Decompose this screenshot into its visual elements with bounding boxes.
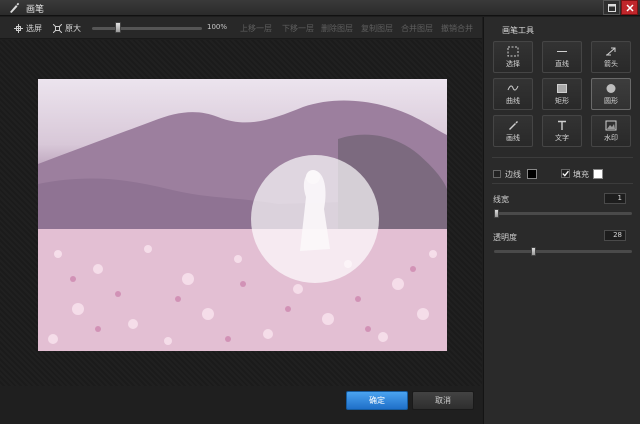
text-icon: [558, 120, 566, 130]
layer-down-button[interactable]: 下移一层: [282, 23, 314, 34]
close-icon: [625, 3, 634, 12]
copy-layer-button[interactable]: 复制图层: [361, 23, 393, 34]
tool-text[interactable]: 文字: [542, 115, 582, 147]
tool-label: 选择: [506, 59, 520, 68]
original-size-label: 原大: [65, 24, 81, 33]
tool-line[interactable]: 直线: [542, 41, 582, 73]
circle-icon: [606, 83, 616, 93]
panel-title: 画笔工具: [502, 26, 534, 35]
toolbar: 选屏 原大 100% 上移一层 下移一层 删除图层 复制图层 合并图层 撤销合并: [0, 17, 482, 39]
tool-watermark[interactable]: 水印: [591, 115, 631, 147]
opacity-slider-handle[interactable]: [531, 247, 537, 256]
tool-label: 直线: [555, 59, 569, 68]
fill-label: 填充: [573, 170, 589, 179]
photo-canvas[interactable]: [38, 79, 447, 351]
opacity-label: 透明度: [493, 233, 517, 242]
title-bar: 画笔: [0, 0, 640, 16]
close-button[interactable]: [621, 0, 638, 15]
tool-label: 箭头: [604, 59, 618, 68]
tool-label: 水印: [604, 133, 618, 142]
fit-icon: [53, 24, 62, 33]
opacity-value[interactable]: 28: [604, 230, 626, 241]
window-title: 画笔: [26, 5, 45, 15]
tool-label: 矩形: [555, 96, 569, 105]
select-screen-label: 选屏: [26, 24, 42, 33]
merge-layer-button[interactable]: 合并图层: [401, 23, 433, 34]
border-label: 边线: [505, 170, 521, 179]
select-icon: [507, 46, 519, 56]
layer-up-button[interactable]: 上移一层: [240, 23, 272, 34]
divider: [492, 157, 633, 158]
tool-label: 圆形: [604, 96, 618, 105]
line-width-slider[interactable]: [494, 212, 632, 215]
zoom-slider-handle[interactable]: [114, 22, 121, 33]
curve-icon: [507, 84, 519, 91]
select-screen-button[interactable]: 选屏: [14, 23, 42, 34]
tool-circle[interactable]: 圆形: [591, 78, 631, 110]
zoom-slider[interactable]: [92, 27, 202, 30]
brush-icon: [509, 120, 518, 130]
maximize-button[interactable]: [603, 0, 620, 15]
bottom-bar: [0, 386, 482, 424]
tool-brush[interactable]: 画线: [493, 115, 533, 147]
landscape-image: [38, 100, 447, 351]
delete-layer-button[interactable]: 删除图层: [321, 23, 353, 34]
tool-label: 画线: [506, 133, 520, 142]
move-icon: [14, 24, 23, 33]
tool-label: 曲线: [506, 96, 520, 105]
border-color-swatch[interactable]: [527, 169, 537, 179]
cancel-button[interactable]: 取消: [412, 391, 474, 410]
tool-rectangle[interactable]: 矩形: [542, 78, 582, 110]
line-icon: [557, 50, 567, 52]
brush-icon: [10, 2, 20, 13]
tool-label: 文字: [555, 133, 569, 142]
border-checkbox[interactable]: [493, 170, 501, 178]
original-size-button[interactable]: 原大: [53, 23, 81, 34]
maximize-icon: [607, 3, 616, 12]
confirm-button[interactable]: 确定: [346, 391, 408, 410]
zoom-value: 100%: [207, 23, 228, 31]
tool-curve[interactable]: 曲线: [493, 78, 533, 110]
line-width-slider-handle[interactable]: [494, 209, 499, 218]
fill-color-swatch[interactable]: [593, 169, 603, 179]
opacity-slider[interactable]: [494, 250, 632, 253]
divider: [492, 183, 633, 184]
circle-shape[interactable]: [251, 155, 379, 283]
tool-arrow[interactable]: 箭头: [591, 41, 631, 73]
undo-merge-button[interactable]: 撤销合并: [441, 23, 473, 34]
arrow-icon: [606, 47, 616, 55]
rectangle-icon: [557, 83, 567, 93]
tool-select[interactable]: 选择: [493, 41, 533, 73]
fill-checkbox[interactable]: [561, 169, 570, 178]
line-width-value[interactable]: 1: [604, 193, 626, 204]
brush-tools-panel: 画笔工具 选择 直线 箭头 曲线 矩形 圆形 画线 文字 水印 边线 填充 线宽…: [483, 17, 640, 424]
watermark-icon: [605, 120, 617, 130]
line-width-label: 线宽: [493, 195, 509, 204]
